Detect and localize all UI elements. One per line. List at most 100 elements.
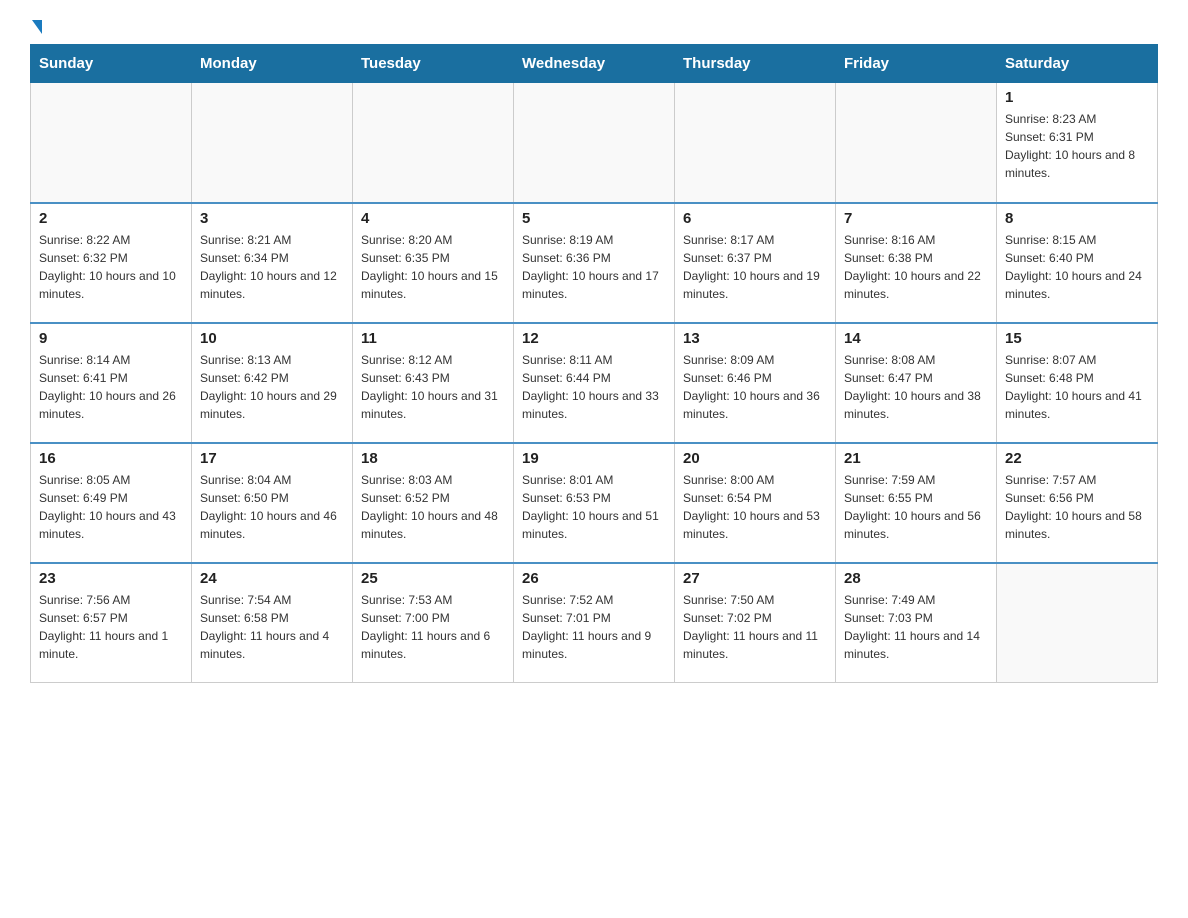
day-info: Sunrise: 7:52 AM Sunset: 7:01 PM Dayligh… [522,591,666,663]
day-number: 28 [844,570,988,587]
calendar-cell: 9 Sunrise: 8:14 AM Sunset: 6:41 PM Daylig… [31,323,192,443]
day-number: 15 [1005,330,1149,347]
day-number: 17 [200,450,344,467]
day-info: Sunrise: 8:23 AM Sunset: 6:31 PM Dayligh… [1005,110,1149,182]
calendar-week-row: 2 Sunrise: 8:22 AM Sunset: 6:32 PM Daylig… [31,203,1158,323]
day-info: Sunrise: 8:03 AM Sunset: 6:52 PM Dayligh… [361,471,505,543]
calendar-cell [675,83,836,203]
day-info: Sunrise: 7:54 AM Sunset: 6:58 PM Dayligh… [200,591,344,663]
calendar-cell: 12 Sunrise: 8:11 AM Sunset: 6:44 PM Dayli… [514,323,675,443]
day-info: Sunrise: 7:53 AM Sunset: 7:00 PM Dayligh… [361,591,505,663]
day-info: Sunrise: 8:22 AM Sunset: 6:32 PM Dayligh… [39,231,183,303]
day-info: Sunrise: 8:20 AM Sunset: 6:35 PM Dayligh… [361,231,505,303]
weekday-header-wednesday: Wednesday [514,45,675,83]
calendar-cell [192,83,353,203]
calendar-week-row: 16 Sunrise: 8:05 AM Sunset: 6:49 PM Dayli… [31,443,1158,563]
calendar-week-row: 1 Sunrise: 8:23 AM Sunset: 6:31 PM Daylig… [31,83,1158,203]
day-number: 21 [844,450,988,467]
day-number: 1 [1005,89,1149,106]
day-info: Sunrise: 8:01 AM Sunset: 6:53 PM Dayligh… [522,471,666,543]
calendar-cell: 16 Sunrise: 8:05 AM Sunset: 6:49 PM Dayli… [31,443,192,563]
calendar-cell [353,83,514,203]
day-info: Sunrise: 8:05 AM Sunset: 6:49 PM Dayligh… [39,471,183,543]
calendar-cell: 13 Sunrise: 8:09 AM Sunset: 6:46 PM Dayli… [675,323,836,443]
page-header [30,20,1158,34]
calendar-cell: 20 Sunrise: 8:00 AM Sunset: 6:54 PM Dayli… [675,443,836,563]
day-number: 11 [361,330,505,347]
calendar-cell: 2 Sunrise: 8:22 AM Sunset: 6:32 PM Daylig… [31,203,192,323]
calendar-cell: 6 Sunrise: 8:17 AM Sunset: 6:37 PM Daylig… [675,203,836,323]
day-number: 19 [522,450,666,467]
day-info: Sunrise: 8:13 AM Sunset: 6:42 PM Dayligh… [200,351,344,423]
day-info: Sunrise: 8:19 AM Sunset: 6:36 PM Dayligh… [522,231,666,303]
day-info: Sunrise: 8:15 AM Sunset: 6:40 PM Dayligh… [1005,231,1149,303]
day-number: 14 [844,330,988,347]
calendar-body: 1 Sunrise: 8:23 AM Sunset: 6:31 PM Daylig… [31,83,1158,683]
day-info: Sunrise: 7:50 AM Sunset: 7:02 PM Dayligh… [683,591,827,663]
day-number: 10 [200,330,344,347]
logo [30,20,68,34]
day-number: 6 [683,210,827,227]
day-number: 13 [683,330,827,347]
calendar-week-row: 23 Sunrise: 7:56 AM Sunset: 6:57 PM Dayli… [31,563,1158,683]
day-number: 3 [200,210,344,227]
calendar-week-row: 9 Sunrise: 8:14 AM Sunset: 6:41 PM Daylig… [31,323,1158,443]
weekday-header-friday: Friday [836,45,997,83]
day-info: Sunrise: 8:14 AM Sunset: 6:41 PM Dayligh… [39,351,183,423]
day-number: 22 [1005,450,1149,467]
day-number: 27 [683,570,827,587]
calendar-cell: 14Sunrise: 8:08 AM Sunset: 6:47 PM Dayli… [836,323,997,443]
weekday-header-monday: Monday [192,45,353,83]
day-info: Sunrise: 8:07 AM Sunset: 6:48 PM Dayligh… [1005,351,1149,423]
weekday-header-row: SundayMondayTuesdayWednesdayThursdayFrid… [31,45,1158,83]
calendar-cell: 19 Sunrise: 8:01 AM Sunset: 6:53 PM Dayli… [514,443,675,563]
calendar-cell: 17 Sunrise: 8:04 AM Sunset: 6:50 PM Dayli… [192,443,353,563]
day-info: Sunrise: 8:21 AM Sunset: 6:34 PM Dayligh… [200,231,344,303]
calendar-cell: 28 Sunrise: 7:49 AM Sunset: 7:03 PM Dayli… [836,563,997,683]
calendar-cell: 24 Sunrise: 7:54 AM Sunset: 6:58 PM Dayli… [192,563,353,683]
day-info: Sunrise: 8:09 AM Sunset: 6:46 PM Dayligh… [683,351,827,423]
day-info: Sunrise: 8:16 AM Sunset: 6:38 PM Dayligh… [844,231,988,303]
calendar-cell: 4 Sunrise: 8:20 AM Sunset: 6:35 PM Daylig… [353,203,514,323]
day-info: Sunrise: 7:56 AM Sunset: 6:57 PM Dayligh… [39,591,183,663]
calendar-cell: 7 Sunrise: 8:16 AM Sunset: 6:38 PM Daylig… [836,203,997,323]
day-info: Sunrise: 8:11 AM Sunset: 6:44 PM Dayligh… [522,351,666,423]
day-info: Sunrise: 8:17 AM Sunset: 6:37 PM Dayligh… [683,231,827,303]
day-number: 9 [39,330,183,347]
calendar-cell: 18Sunrise: 8:03 AM Sunset: 6:52 PM Dayli… [353,443,514,563]
calendar-cell: 3 Sunrise: 8:21 AM Sunset: 6:34 PM Daylig… [192,203,353,323]
day-info: Sunrise: 8:12 AM Sunset: 6:43 PM Dayligh… [361,351,505,423]
calendar-header: SundayMondayTuesdayWednesdayThursdayFrid… [31,45,1158,83]
day-number: 5 [522,210,666,227]
day-number: 20 [683,450,827,467]
day-number: 24 [200,570,344,587]
calendar-cell [514,83,675,203]
calendar-cell: 1 Sunrise: 8:23 AM Sunset: 6:31 PM Daylig… [997,83,1158,203]
calendar-cell: 23 Sunrise: 7:56 AM Sunset: 6:57 PM Dayli… [31,563,192,683]
day-number: 7 [844,210,988,227]
weekday-header-thursday: Thursday [675,45,836,83]
calendar-cell: 10 Sunrise: 8:13 AM Sunset: 6:42 PM Dayli… [192,323,353,443]
day-number: 23 [39,570,183,587]
day-info: Sunrise: 8:04 AM Sunset: 6:50 PM Dayligh… [200,471,344,543]
calendar-cell [997,563,1158,683]
calendar-cell: 25 Sunrise: 7:53 AM Sunset: 7:00 PM Dayli… [353,563,514,683]
calendar-cell: 26 Sunrise: 7:52 AM Sunset: 7:01 PM Dayli… [514,563,675,683]
calendar-cell: 5 Sunrise: 8:19 AM Sunset: 6:36 PM Daylig… [514,203,675,323]
day-number: 8 [1005,210,1149,227]
day-info: Sunrise: 7:59 AM Sunset: 6:55 PM Dayligh… [844,471,988,543]
day-number: 16 [39,450,183,467]
calendar-cell [31,83,192,203]
calendar-cell: 11 Sunrise: 8:12 AM Sunset: 6:43 PM Dayli… [353,323,514,443]
calendar-cell: 21 Sunrise: 7:59 AM Sunset: 6:55 PM Dayli… [836,443,997,563]
day-info: Sunrise: 8:00 AM Sunset: 6:54 PM Dayligh… [683,471,827,543]
calendar-table: SundayMondayTuesdayWednesdayThursdayFrid… [30,44,1158,683]
day-number: 4 [361,210,505,227]
day-number: 25 [361,570,505,587]
calendar-cell [836,83,997,203]
day-number: 26 [522,570,666,587]
day-info: Sunrise: 7:49 AM Sunset: 7:03 PM Dayligh… [844,591,988,663]
day-number: 12 [522,330,666,347]
day-number: 2 [39,210,183,227]
calendar-cell: 15 Sunrise: 8:07 AM Sunset: 6:48 PM Dayli… [997,323,1158,443]
